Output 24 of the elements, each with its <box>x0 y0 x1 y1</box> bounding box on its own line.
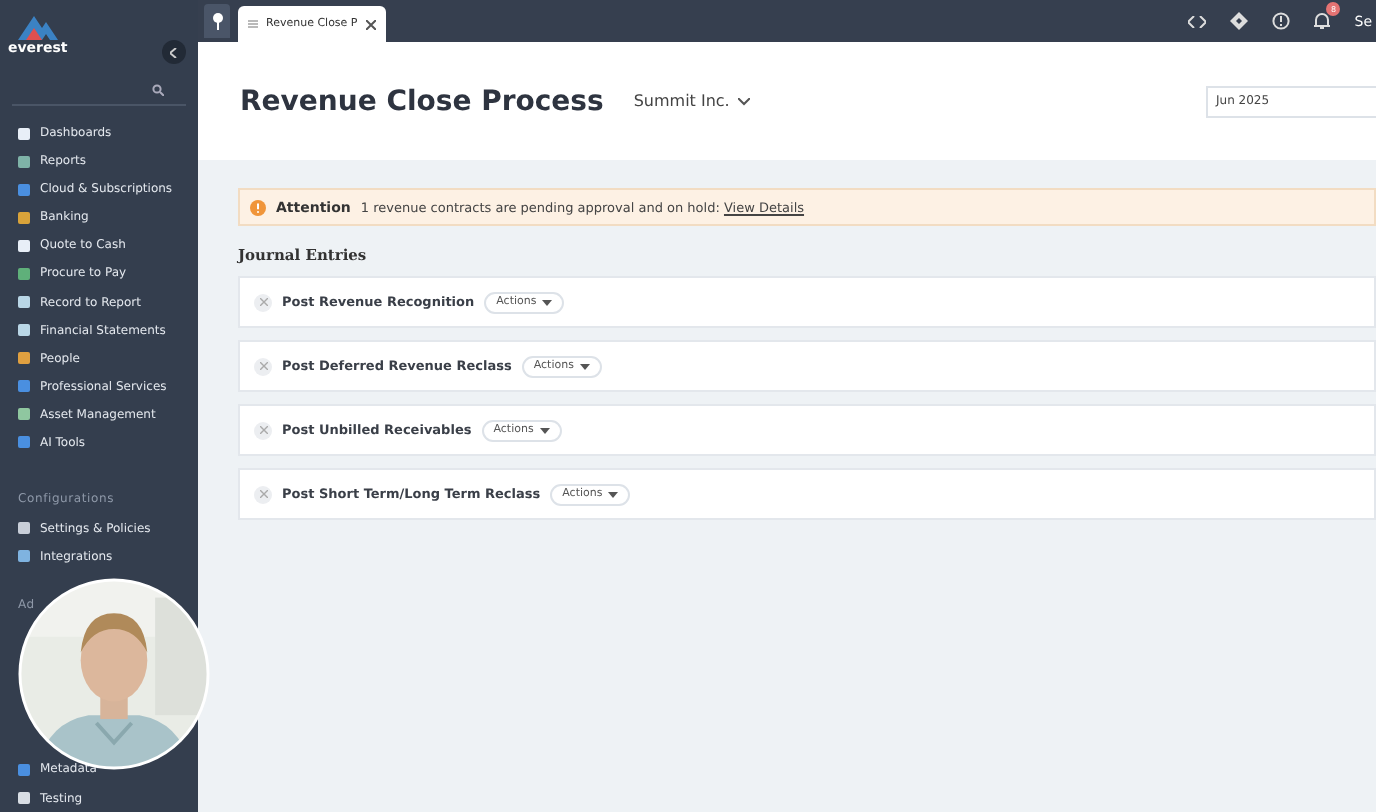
diamond-icon[interactable] <box>1230 12 1249 30</box>
mountain-logo-icon <box>15 12 60 40</box>
caret-icon <box>542 299 553 305</box>
list-icon <box>248 20 258 28</box>
pin-icon <box>211 12 223 30</box>
chevron-left-icon <box>170 47 178 57</box>
close-icon <box>259 426 267 434</box>
close-icon <box>259 362 267 370</box>
collapse-button[interactable] <box>162 40 186 64</box>
chevron-icon <box>737 97 750 105</box>
caret-icon <box>579 363 590 369</box>
company-dropdown[interactable]: Summit Inc. <box>621 90 762 112</box>
code-icon[interactable] <box>1188 15 1207 27</box>
caret-icon <box>539 427 550 433</box>
info-icon[interactable] <box>1272 12 1291 30</box>
warning-icon <box>250 199 266 215</box>
bell-icon[interactable] <box>1314 12 1331 30</box>
caret-icon <box>608 491 619 497</box>
close-icon <box>259 298 267 306</box>
close-icon <box>259 490 267 498</box>
pin-button[interactable] <box>204 4 230 38</box>
search-icon[interactable] <box>152 83 164 96</box>
close-icon[interactable] <box>365 19 376 29</box>
page-title: Revenue Close Process <box>240 85 604 117</box>
